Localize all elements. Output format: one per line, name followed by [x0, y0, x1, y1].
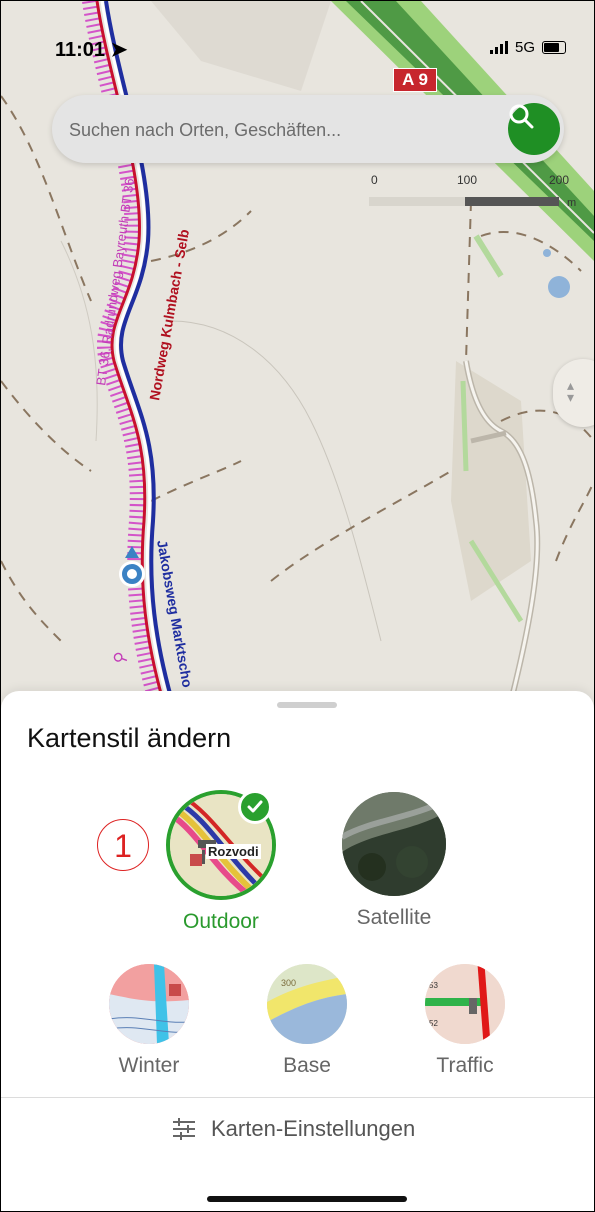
selected-check-icon: [238, 790, 272, 824]
thumbnail-elevation-label: 300: [281, 978, 296, 988]
map-style-sheet: Kartenstil ändern Rozvodi Outdoor Satell…: [1, 691, 594, 1211]
status-indicators: 5G: [489, 39, 566, 56]
traffic-thumbnail: 53 52: [425, 964, 505, 1044]
divider: [1, 1097, 594, 1098]
status-time: 11:01 ➤: [55, 39, 128, 61]
scale-unit: m: [567, 197, 577, 209]
current-location-marker: [119, 561, 145, 587]
winter-thumbnail: [109, 964, 189, 1044]
thumbnail-number-label: 52: [429, 1019, 438, 1028]
sheet-title: Kartenstil ändern: [27, 723, 232, 753]
scale-label: 100: [457, 173, 478, 187]
style-label-base: Base: [283, 1054, 331, 1077]
style-label-traffic: Traffic: [436, 1054, 494, 1077]
heading-indicator-icon: [125, 546, 139, 558]
search-icon: [509, 104, 534, 129]
satellite-thumbnail: [342, 792, 446, 896]
map-scale: 0 100 200 m: [369, 173, 579, 213]
home-indicator[interactable]: [207, 1196, 407, 1202]
style-option-satellite[interactable]: Satellite: [339, 792, 449, 930]
style-option-traffic[interactable]: 53 52 Traffic: [417, 964, 513, 1078]
search-button[interactable]: [508, 103, 560, 155]
style-option-base[interactable]: 300 Base: [259, 964, 355, 1078]
scale-bar-segment: [465, 197, 559, 206]
annotation-badge: 1: [97, 819, 149, 871]
search-bar[interactable]: [52, 95, 564, 163]
map-settings-button[interactable]: Karten-Einstellungen: [171, 1116, 415, 1142]
style-option-winter[interactable]: Winter: [101, 964, 197, 1078]
signal-icon: [489, 41, 508, 54]
road-shield: A 9: [393, 68, 437, 92]
battery-icon: [542, 41, 566, 54]
sliders-icon: [173, 1118, 195, 1140]
app-screen: BT 36, Radrundweg Bayreuth BT 36 Nordweg…: [0, 0, 595, 1212]
map-settings-label: Karten-Einstellungen: [211, 1116, 416, 1141]
style-label-winter: Winter: [118, 1054, 180, 1077]
thumbnail-place-label: Rozvodi: [206, 844, 261, 859]
map-view[interactable]: BT 36, Radrundweg Bayreuth BT 36 Nordweg…: [1, 1, 594, 721]
chevron-updown-icon: ▴ ▾: [567, 377, 575, 405]
scale-label: 0: [371, 173, 378, 187]
search-input[interactable]: [67, 109, 491, 151]
location-arrow-icon: ➤: [110, 39, 128, 61]
style-label-satellite: Satellite: [356, 906, 432, 929]
style-option-outdoor[interactable]: Rozvodi Outdoor: [166, 790, 276, 934]
scale-label: 200: [549, 173, 570, 187]
thumbnail-number-label: 53: [429, 981, 438, 990]
sheet-drag-handle[interactable]: [277, 702, 337, 708]
base-thumbnail: 300: [267, 964, 347, 1044]
network-label: 5G: [514, 39, 535, 56]
style-label-outdoor: Outdoor: [183, 910, 259, 933]
